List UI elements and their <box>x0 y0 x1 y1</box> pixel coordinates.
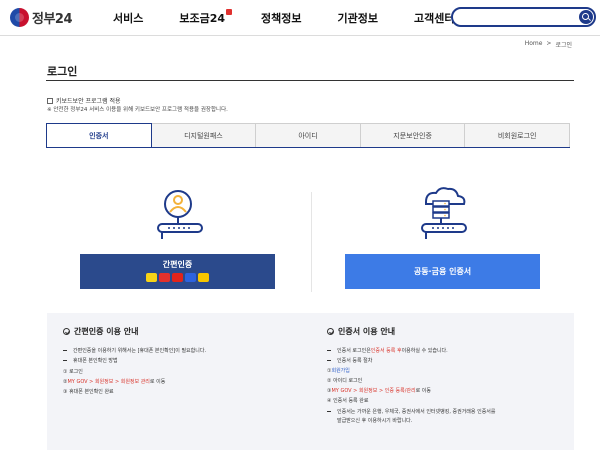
cloud-certificate-icon <box>414 186 474 246</box>
cert-guide-step: ② 아이디 로그인 <box>327 378 363 384</box>
bullet-icon <box>327 411 331 412</box>
joint-financial-cert-button[interactable]: 공동·금융 인증서 <box>345 254 540 289</box>
nav-item-agencies[interactable]: 기관정보 <box>338 10 378 26</box>
page: 정부24 서비스 보조금24 정책정보 기관정보 고객센터 Home > 로그인… <box>0 0 600 450</box>
breadcrumb-home[interactable]: Home <box>525 40 543 49</box>
cert-guide-text: 인증서 등록 절차 <box>337 358 373 364</box>
nav-item-subsidy-label: 보조금24 <box>179 12 226 25</box>
simple-auth-label: 간편인증 <box>162 260 193 269</box>
nav-item-services[interactable]: 서비스 <box>113 10 143 26</box>
keyboard-security-option[interactable]: 키보드보안 프로그램 적용 <box>47 96 121 105</box>
check-circle-icon <box>63 328 70 335</box>
cert-guide-text: 인증서 로그인은 <box>337 348 371 354</box>
simple-guide-step: ② MY GOV > 회원정보 > 회원정보 관리 로 이동 <box>63 378 166 386</box>
taegeuk-logo-icon <box>10 8 29 27</box>
logo-text: 정부24 <box>32 12 73 27</box>
nav-item-subsidy[interactable]: 보조금24 <box>179 9 233 26</box>
header: 정부24 서비스 보조금24 정책정보 기관정보 고객센터 <box>0 0 600 36</box>
nav-item-support[interactable]: 고객센터 <box>414 10 454 26</box>
bullet-icon <box>63 360 67 361</box>
new-badge-icon <box>226 9 233 15</box>
search-icon[interactable] <box>579 10 593 24</box>
cert-guide-step: ③ MY GOV > 회원정보 > 인증 등록/관리 로 이동 <box>327 387 431 395</box>
person-certificate-icon <box>150 188 210 246</box>
breadcrumb-separator: > <box>546 40 552 47</box>
kakao-icon <box>146 273 157 282</box>
cert-guide-step: ④ 인증서 등록 완료 <box>327 398 369 404</box>
usage-guide-panel: 간편인증 이용 안내 간편인증을 이용하기 위해서는 [휴대폰 본인확인]이 필… <box>47 313 574 450</box>
breadcrumb: Home > 로그인 <box>525 40 572 49</box>
title-divider <box>46 80 574 81</box>
signup-link[interactable]: 회원가입 <box>331 367 349 374</box>
simple-guide-text: 휴대폰 본인확인 방법 <box>73 358 118 364</box>
check-circle-icon <box>327 328 334 335</box>
naver-icon <box>172 273 183 282</box>
simple-auth-button[interactable]: 간편인증 <box>80 254 275 289</box>
step-suffix: 로 이동 <box>415 388 431 394</box>
simple-auth-guide-title: 간편인증 이용 안내 <box>63 326 138 337</box>
joint-financial-cert-label: 공동·금융 인증서 <box>413 267 472 276</box>
provider-logos <box>80 273 275 282</box>
simple-auth-guide-title-text: 간편인증 이용 안내 <box>74 327 139 336</box>
cert-guide-title: 인증서 이용 안내 <box>327 326 395 337</box>
breadcrumb-current: 로그인 <box>555 42 572 49</box>
search-input[interactable] <box>451 7 596 27</box>
tab-fingerprint[interactable]: 지문보안인증 <box>360 123 466 148</box>
cert-register-path-link[interactable]: MY GOV > 회원정보 > 인증 등록/관리 <box>331 387 415 394</box>
tab-non-member[interactable]: 비회원로그인 <box>465 123 570 148</box>
tab-id[interactable]: 아이디 <box>256 123 361 148</box>
tab-certificate[interactable]: 인증서 <box>46 123 152 148</box>
bullet-icon <box>327 360 331 361</box>
cert-guide-line: 인증서 로그인은 인증서 등록 후 이용하실 수 있습니다. <box>327 347 448 354</box>
cert-guide-title-text: 인증서 이용 안내 <box>338 327 396 336</box>
kb-icon <box>198 273 209 282</box>
cert-guide-text-cont: 발급받으신 후 이용하시기 바랍니다. <box>337 418 413 424</box>
cert-guide-highlight: 인증서 등록 후 <box>370 348 402 354</box>
nav-item-policy[interactable]: 정책정보 <box>261 10 301 26</box>
cert-guide-line: 인증서는 가까운 은행, 우체국, 증권사에서 인터넷뱅킹, 증권거래용 인증서… <box>327 408 496 415</box>
tabs-underline <box>46 147 570 148</box>
toss-icon <box>185 273 196 282</box>
cert-guide-text: 이용하실 수 있습니다. <box>401 348 448 354</box>
simple-guide-step: ③ 휴대폰 본인확인 완료 <box>63 389 114 395</box>
simple-guide-text: 간편인증을 이용하기 위해서는 [휴대폰 본인확인]이 필요합니다. <box>73 348 207 354</box>
step-suffix: 로 이동 <box>149 379 166 385</box>
tab-digital-onepass[interactable]: 디지털원패스 <box>151 123 257 148</box>
simple-guide-line: 간편인증을 이용하기 위해서는 [휴대폰 본인확인]이 필요합니다. <box>63 347 206 354</box>
keyboard-security-note: ※ 안전한 정부24 서비스 이용을 위해 키보드보안 프로그램 적용을 권장합… <box>47 107 228 113</box>
keyboard-security-label: 키보드보안 프로그램 적용 <box>56 98 121 105</box>
main-nav: 서비스 보조금24 정책정보 기관정보 고객센터 <box>113 9 491 26</box>
cert-guide-text: 인증서는 가까운 은행, 우체국, 증권사에서 인터넷뱅킹, 증권거래용 인증서… <box>337 409 496 415</box>
bullet-icon <box>63 350 67 351</box>
logo[interactable]: 정부24 <box>10 8 73 27</box>
pass-icon <box>159 273 170 282</box>
page-title: 로그인 <box>47 65 78 78</box>
simple-guide-line: 휴대폰 본인확인 방법 <box>63 357 118 364</box>
method-divider <box>311 192 312 292</box>
mygov-path-link[interactable]: MY GOV > 회원정보 > 회원정보 관리 <box>67 378 149 385</box>
simple-guide-step: ① 로그인 <box>63 369 83 375</box>
keyboard-security-checkbox[interactable] <box>47 97 53 104</box>
bullet-icon <box>327 350 331 351</box>
cert-guide-line: 인증서 등록 절차 <box>327 357 372 364</box>
login-tabs: 인증서 디지털원패스 아이디 지문보안인증 비회원로그인 <box>46 123 570 148</box>
cert-guide-step: ① 회원가입 <box>327 367 350 375</box>
